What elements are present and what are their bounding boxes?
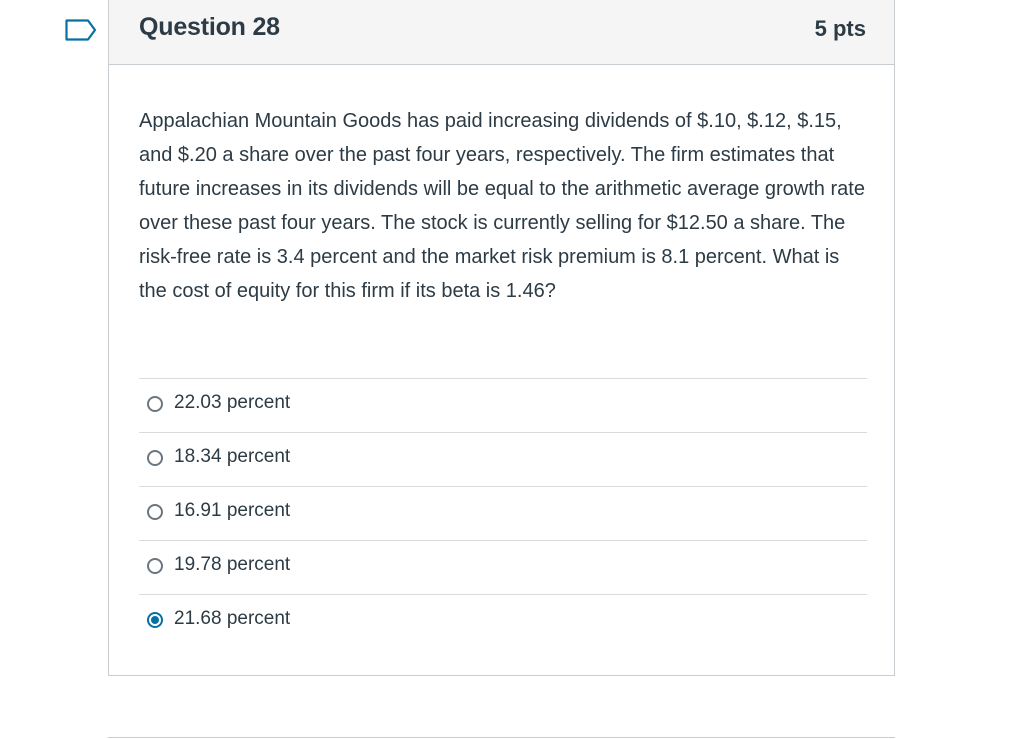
question-header: Question 28 5 pts [109,0,894,65]
question-text: Appalachian Mountain Goods has paid incr… [139,110,865,302]
radio-button[interactable] [147,396,163,412]
answer-option[interactable]: 16.91 percent [139,486,867,540]
answer-label[interactable]: 19.78 percent [174,554,290,576]
radio-button[interactable] [147,612,163,628]
question-title: Question 28 [139,13,280,41]
answer-option[interactable]: 19.78 percent [139,540,867,594]
question-points: 5 pts [814,16,866,41]
radio-button[interactable] [147,558,163,574]
radio-button[interactable] [147,450,163,466]
answer-option[interactable]: 18.34 percent [139,432,867,486]
answer-label[interactable]: 18.34 percent [174,446,290,468]
answer-label[interactable]: 21.68 percent [174,608,290,630]
answer-list: 22.03 percent 18.34 percent 16.91 percen… [139,378,867,648]
flag-question-icon[interactable] [65,19,97,41]
answer-option[interactable]: 22.03 percent [139,378,867,432]
radio-button[interactable] [147,504,163,520]
question-card: Question 28 5 pts Appalachian Mountain G… [108,0,895,676]
answer-option[interactable]: 21.68 percent [139,594,867,648]
answer-label[interactable]: 22.03 percent [174,392,290,414]
answer-label[interactable]: 16.91 percent [174,500,290,522]
next-question-divider [108,737,895,738]
